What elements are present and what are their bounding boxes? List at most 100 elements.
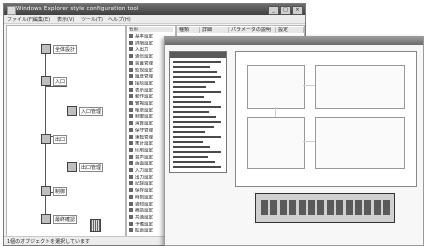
menu-help[interactable]: ヘルプ(H) — [108, 16, 131, 23]
item-icon — [129, 188, 133, 193]
tree-connector — [45, 86, 67, 87]
tree-node-icon[interactable] — [67, 106, 77, 116]
item-icon — [129, 221, 133, 226]
signal-cell — [355, 200, 362, 215]
property-row — [173, 116, 216, 118]
item-icon — [129, 201, 133, 206]
item-icon — [129, 127, 133, 132]
list-item-label: 基本設定 — [135, 34, 153, 40]
list-item-label: 入力設定 — [135, 168, 153, 174]
maximize-button[interactable]: □ — [280, 6, 291, 15]
property-row — [173, 131, 205, 133]
property-row — [173, 91, 221, 93]
item-icon — [129, 107, 133, 112]
tree-node-label[interactable]: 出口 — [53, 135, 68, 144]
item-icon — [129, 168, 133, 172]
diagram-block[interactable] — [247, 117, 305, 169]
title-bar[interactable]: Windows Explorer style configuration too… — [4, 4, 305, 15]
menu-bar: ファイル(F) 編集(E) 表示(V) ツール(T) ヘルプ(H) — [4, 15, 305, 24]
item-icon — [129, 87, 133, 92]
column-header[interactable]: 種類 — [177, 27, 200, 33]
item-icon — [129, 154, 133, 159]
tree-node-label[interactable]: 全体設計 — [53, 45, 78, 54]
tree-node-label[interactable]: 制御 — [53, 187, 68, 196]
menu-view[interactable]: 表示(V) — [57, 16, 74, 23]
signal-cell — [317, 200, 325, 215]
item-icon — [129, 60, 133, 65]
list-header-label: 名前 — [129, 27, 138, 32]
tree-node-icon[interactable] — [41, 186, 51, 196]
diagram-title-bar[interactable] — [165, 37, 423, 45]
item-icon — [129, 134, 133, 139]
list-item-label: 入出力 — [135, 47, 149, 53]
list-item-label: 記録設定 — [135, 181, 153, 187]
list-item-label: 装置管理 — [135, 61, 153, 66]
column-header[interactable]: 詳細 — [200, 27, 229, 33]
diagram-block[interactable] — [247, 65, 305, 109]
list-item-label: 帳票設定 — [135, 108, 153, 113]
item-icon — [129, 228, 133, 233]
list-item-label: 通知設定 — [135, 202, 153, 207]
property-row — [173, 141, 203, 143]
signal-cell — [336, 200, 344, 215]
list-item-label: 補助設定 — [135, 208, 153, 214]
tree-node-icon[interactable] — [41, 134, 51, 144]
property-row — [173, 81, 215, 83]
item-icon — [129, 174, 133, 179]
property-row — [173, 161, 215, 163]
list-item-label: 制御設定 — [135, 114, 153, 120]
signal-cell — [298, 200, 306, 215]
diagram-block[interactable] — [315, 117, 405, 169]
property-row — [173, 86, 206, 88]
list-header[interactable]: 名前 — [129, 27, 173, 32]
item-icon — [129, 101, 133, 105]
list-item-label: 運転管理 — [135, 135, 153, 140]
list-item-label: 詳細設定 — [135, 41, 153, 46]
list-item-label: 印刷設定 — [135, 148, 153, 153]
tree-node-icon[interactable] — [67, 162, 77, 172]
list-item-label: 出力設定 — [135, 175, 153, 180]
signal-cell — [279, 200, 287, 215]
property-row — [173, 76, 221, 78]
list-item-label: 接続設定 — [135, 81, 153, 86]
close-button[interactable]: × — [292, 6, 303, 15]
property-row — [173, 151, 221, 153]
property-row — [173, 166, 221, 168]
list-item-label: 通信設定 — [135, 54, 153, 60]
tree-node-label[interactable]: 入口管理 — [79, 107, 104, 116]
tree-node-icon[interactable] — [41, 44, 51, 54]
list-item-label: 時刻設定 — [135, 195, 153, 200]
list-item-label: 拡張設定 — [135, 228, 153, 234]
flow-tree-pane: 全体設計 入口 入口管理 出口 出口管理 制御 最終確認 — [6, 25, 126, 238]
tree-node-label[interactable]: 最終確認 — [53, 215, 78, 224]
item-icon — [129, 40, 133, 45]
tree-node-label[interactable]: 入口 — [53, 77, 68, 86]
diagram-connector — [303, 85, 315, 86]
minimize-button[interactable]: _ — [268, 6, 279, 15]
signal-cell — [261, 200, 268, 215]
property-row — [173, 136, 221, 138]
list-item-label: 保存設定 — [135, 188, 153, 194]
column-header[interactable]: パラメータの説明 — [229, 27, 276, 33]
property-row — [173, 121, 221, 123]
tree-node-label[interactable]: 出口管理 — [79, 163, 104, 172]
menu-edit[interactable]: 編集(E) — [33, 16, 50, 23]
menu-file[interactable]: ファイル(F) — [7, 16, 34, 23]
property-row — [173, 66, 210, 68]
item-icon — [129, 208, 133, 213]
diagram-block[interactable] — [315, 65, 405, 109]
signal-cell — [364, 200, 372, 215]
item-icon — [129, 147, 133, 152]
column-header[interactable]: 設定 — [276, 27, 304, 33]
window-title: Windows Explorer style configuration too… — [16, 6, 139, 12]
tree-node-icon[interactable] — [41, 214, 51, 224]
tree-node-icon[interactable] — [41, 76, 51, 86]
list-item-label: 予備設定 — [135, 222, 153, 227]
app-icon — [7, 6, 16, 15]
item-icon — [129, 74, 133, 79]
list-item-label: 警報設定 — [135, 101, 153, 107]
trash-icon[interactable] — [90, 219, 101, 232]
item-icon — [129, 54, 133, 59]
menu-tools[interactable]: ツール(T) — [81, 16, 103, 23]
property-row — [173, 101, 211, 103]
